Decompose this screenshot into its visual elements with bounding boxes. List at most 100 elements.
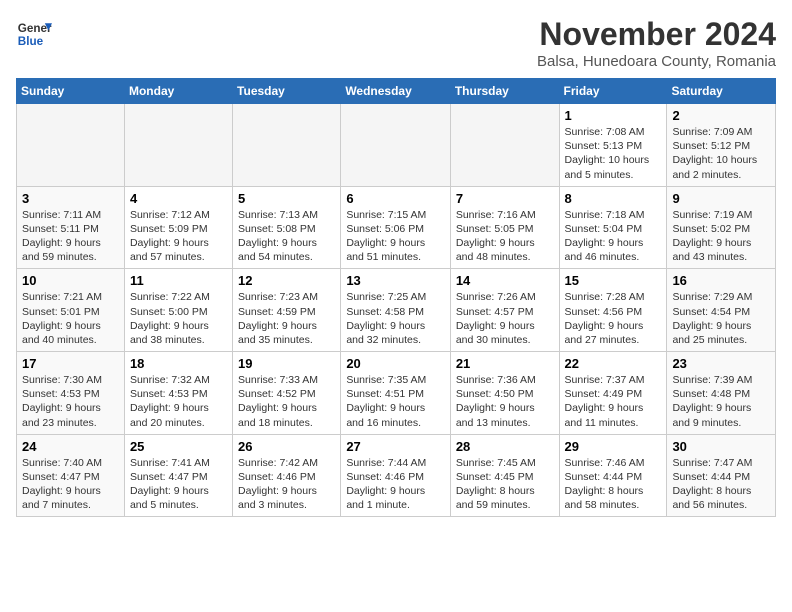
day-number: 18: [130, 356, 227, 371]
calendar-cell: 3Sunrise: 7:11 AMSunset: 5:11 PMDaylight…: [17, 186, 125, 269]
week-row-1: 3Sunrise: 7:11 AMSunset: 5:11 PMDaylight…: [17, 186, 776, 269]
calendar-cell: 23 Sunrise: 7:39 AMSunset: 4:48 PMDayligh…: [667, 352, 776, 435]
day-info: Sunrise: 7:09 AMSunset: 5:12 PMDaylight:…: [672, 125, 770, 182]
calendar-cell: 4Sunrise: 7:12 AMSunset: 5:09 PMDaylight…: [124, 186, 232, 269]
day-number: 13: [346, 273, 445, 288]
week-row-0: 1 Sunrise: 7:08 AMSunset: 5:13 PMDaylight…: [17, 104, 776, 187]
logo: General Blue: [16, 16, 52, 52]
day-info: Sunrise: 7:16 AMSunset: 5:05 PMDaylight:…: [456, 208, 554, 265]
header-cell-friday: Friday: [559, 79, 667, 104]
calendar-cell: 14 Sunrise: 7:26 AMSunset: 4:57 PMDayligh…: [450, 269, 559, 352]
day-info: Sunrise: 7:39 AMSunset: 4:48 PMDaylight:…: [672, 373, 770, 430]
calendar-cell: 12 Sunrise: 7:23 AMSunset: 4:59 PMDayligh…: [233, 269, 341, 352]
day-info: Sunrise: 7:47 AMSunset: 4:44 PMDaylight:…: [672, 456, 770, 513]
calendar-cell: 15 Sunrise: 7:28 AMSunset: 4:56 PMDayligh…: [559, 269, 667, 352]
day-info: Sunrise: 7:30 AMSunset: 4:53 PMDaylight:…: [22, 373, 119, 430]
day-number: 28: [456, 439, 554, 454]
day-info: Sunrise: 7:33 AMSunset: 4:52 PMDaylight:…: [238, 373, 335, 430]
day-number: 10: [22, 273, 119, 288]
calendar-cell: 16 Sunrise: 7:29 AMSunset: 4:54 PMDayligh…: [667, 269, 776, 352]
logo-icon: General Blue: [16, 16, 52, 52]
svg-text:Blue: Blue: [18, 35, 44, 48]
calendar-cell: [450, 104, 559, 187]
day-number: 26: [238, 439, 335, 454]
day-info: Sunrise: 7:15 AMSunset: 5:06 PMDaylight:…: [346, 208, 445, 265]
day-info: Sunrise: 7:26 AMSunset: 4:57 PMDaylight:…: [456, 290, 554, 347]
day-info: Sunrise: 7:11 AMSunset: 5:11 PMDaylight:…: [22, 208, 119, 265]
header-cell-tuesday: Tuesday: [233, 79, 341, 104]
week-row-3: 17 Sunrise: 7:30 AMSunset: 4:53 PMDayligh…: [17, 352, 776, 435]
calendar-cell: 13 Sunrise: 7:25 AMSunset: 4:58 PMDayligh…: [341, 269, 451, 352]
header-row: SundayMondayTuesdayWednesdayThursdayFrid…: [17, 79, 776, 104]
day-number: 8: [565, 191, 662, 206]
day-info: Sunrise: 7:35 AMSunset: 4:51 PMDaylight:…: [346, 373, 445, 430]
day-info: Sunrise: 7:25 AMSunset: 4:58 PMDaylight:…: [346, 290, 445, 347]
day-number: 25: [130, 439, 227, 454]
calendar-cell: 11Sunrise: 7:22 AMSunset: 5:00 PMDayligh…: [124, 269, 232, 352]
calendar-cell: 19 Sunrise: 7:33 AMSunset: 4:52 PMDayligh…: [233, 352, 341, 435]
header-cell-saturday: Saturday: [667, 79, 776, 104]
calendar-cell: [124, 104, 232, 187]
day-number: 5: [238, 191, 335, 206]
calendar-cell: 29Sunrise: 7:46 AMSunset: 4:44 PMDayligh…: [559, 434, 667, 517]
day-number: 12: [238, 273, 335, 288]
day-number: 15: [565, 273, 662, 288]
day-info: Sunrise: 7:46 AMSunset: 4:44 PMDaylight:…: [565, 456, 662, 513]
day-number: 6: [346, 191, 445, 206]
calendar-cell: 26 Sunrise: 7:42 AMSunset: 4:46 PMDayligh…: [233, 434, 341, 517]
calendar-header: SundayMondayTuesdayWednesdayThursdayFrid…: [17, 79, 776, 104]
day-info: Sunrise: 7:44 AMSunset: 4:46 PMDaylight:…: [346, 456, 445, 513]
day-info: Sunrise: 7:45 AMSunset: 4:45 PMDaylight:…: [456, 456, 554, 513]
day-number: 14: [456, 273, 554, 288]
day-info: Sunrise: 7:22 AMSunset: 5:00 PMDaylight:…: [130, 290, 227, 347]
calendar-cell: 7 Sunrise: 7:16 AMSunset: 5:05 PMDaylight…: [450, 186, 559, 269]
calendar-cell: 6 Sunrise: 7:15 AMSunset: 5:06 PMDaylight…: [341, 186, 451, 269]
header: General Blue November 2024 Balsa, Hunedo…: [16, 16, 776, 70]
day-info: Sunrise: 7:08 AMSunset: 5:13 PMDaylight:…: [565, 125, 662, 182]
calendar-cell: 2Sunrise: 7:09 AMSunset: 5:12 PMDaylight…: [667, 104, 776, 187]
header-cell-monday: Monday: [124, 79, 232, 104]
day-number: 27: [346, 439, 445, 454]
day-number: 24: [22, 439, 119, 454]
day-info: Sunrise: 7:18 AMSunset: 5:04 PMDaylight:…: [565, 208, 662, 265]
header-cell-sunday: Sunday: [17, 79, 125, 104]
calendar-cell: 21Sunrise: 7:36 AMSunset: 4:50 PMDayligh…: [450, 352, 559, 435]
calendar-body: 1 Sunrise: 7:08 AMSunset: 5:13 PMDaylight…: [17, 104, 776, 517]
day-number: 19: [238, 356, 335, 371]
calendar-cell: 9 Sunrise: 7:19 AMSunset: 5:02 PMDaylight…: [667, 186, 776, 269]
calendar-cell: [17, 104, 125, 187]
calendar-subtitle: Balsa, Hunedoara County, Romania: [537, 53, 776, 70]
day-number: 23: [672, 356, 770, 371]
day-info: Sunrise: 7:12 AMSunset: 5:09 PMDaylight:…: [130, 208, 227, 265]
day-info: Sunrise: 7:41 AMSunset: 4:47 PMDaylight:…: [130, 456, 227, 513]
day-number: 1: [565, 108, 662, 123]
header-cell-thursday: Thursday: [450, 79, 559, 104]
day-info: Sunrise: 7:23 AMSunset: 4:59 PMDaylight:…: [238, 290, 335, 347]
calendar-cell: 22Sunrise: 7:37 AMSunset: 4:49 PMDayligh…: [559, 352, 667, 435]
calendar-cell: 30Sunrise: 7:47 AMSunset: 4:44 PMDayligh…: [667, 434, 776, 517]
calendar-cell: 1 Sunrise: 7:08 AMSunset: 5:13 PMDaylight…: [559, 104, 667, 187]
day-info: Sunrise: 7:28 AMSunset: 4:56 PMDaylight:…: [565, 290, 662, 347]
day-info: Sunrise: 7:37 AMSunset: 4:49 PMDaylight:…: [565, 373, 662, 430]
calendar-title: November 2024: [537, 16, 776, 53]
day-info: Sunrise: 7:36 AMSunset: 4:50 PMDaylight:…: [456, 373, 554, 430]
calendar-cell: 17 Sunrise: 7:30 AMSunset: 4:53 PMDayligh…: [17, 352, 125, 435]
calendar-cell: 27 Sunrise: 7:44 AMSunset: 4:46 PMDayligh…: [341, 434, 451, 517]
day-number: 7: [456, 191, 554, 206]
calendar-cell: 20Sunrise: 7:35 AMSunset: 4:51 PMDayligh…: [341, 352, 451, 435]
day-number: 9: [672, 191, 770, 206]
title-area: November 2024 Balsa, Hunedoara County, R…: [537, 16, 776, 70]
day-info: Sunrise: 7:13 AMSunset: 5:08 PMDaylight:…: [238, 208, 335, 265]
calendar-cell: 24 Sunrise: 7:40 AMSunset: 4:47 PMDayligh…: [17, 434, 125, 517]
header-cell-wednesday: Wednesday: [341, 79, 451, 104]
day-info: Sunrise: 7:29 AMSunset: 4:54 PMDaylight:…: [672, 290, 770, 347]
day-number: 16: [672, 273, 770, 288]
day-info: Sunrise: 7:42 AMSunset: 4:46 PMDaylight:…: [238, 456, 335, 513]
calendar-table: SundayMondayTuesdayWednesdayThursdayFrid…: [16, 78, 776, 517]
day-number: 17: [22, 356, 119, 371]
day-info: Sunrise: 7:40 AMSunset: 4:47 PMDaylight:…: [22, 456, 119, 513]
day-info: Sunrise: 7:21 AMSunset: 5:01 PMDaylight:…: [22, 290, 119, 347]
day-info: Sunrise: 7:19 AMSunset: 5:02 PMDaylight:…: [672, 208, 770, 265]
calendar-cell: 5 Sunrise: 7:13 AMSunset: 5:08 PMDaylight…: [233, 186, 341, 269]
week-row-4: 24 Sunrise: 7:40 AMSunset: 4:47 PMDayligh…: [17, 434, 776, 517]
